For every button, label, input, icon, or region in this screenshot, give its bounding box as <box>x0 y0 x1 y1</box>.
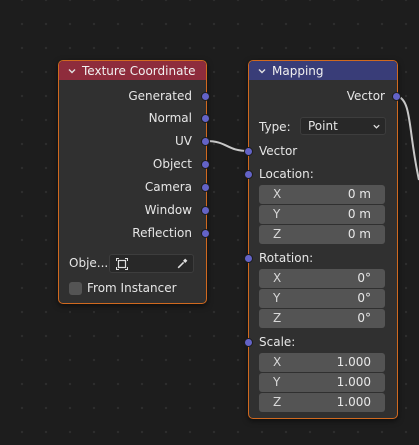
mapping-node[interactable]: Mapping Vector Type: Point Vector Locati… <box>244 60 401 419</box>
scale-label: Scale: <box>259 335 296 349</box>
socket-normal-output[interactable] <box>201 114 210 123</box>
object-picker-field[interactable] <box>109 254 194 273</box>
scale-y-field[interactable]: Y 1.000 <box>259 373 385 392</box>
texture-coordinate-node[interactable]: Texture Coordinate Generated Normal UV O… <box>58 60 210 304</box>
link-vector-output[interactable] <box>396 95 419 181</box>
node-header[interactable]: Texture Coordinate <box>59 61 206 80</box>
object-icon <box>116 258 128 270</box>
axis-label: X <box>273 355 282 369</box>
axis-label: Y <box>273 291 281 305</box>
node-title: Mapping <box>272 63 324 78</box>
axis-value: 0 m <box>347 227 371 241</box>
location-z-field[interactable]: Z 0 m <box>259 225 385 244</box>
socket-location-input[interactable] <box>244 170 253 179</box>
location-label: Location: <box>259 167 314 181</box>
socket-window-output[interactable] <box>201 206 210 215</box>
axis-label: Y <box>273 375 281 389</box>
axis-value: 0 m <box>347 187 371 201</box>
location-x-field[interactable]: X 0 m <box>259 185 385 204</box>
scale-z-field[interactable]: Z 1.000 <box>259 393 385 412</box>
axis-value: 1.000 <box>336 395 371 409</box>
rotation-y-field[interactable]: Y 0° <box>259 289 385 308</box>
type-value: Point <box>308 119 338 133</box>
axis-value: 1.000 <box>336 375 371 389</box>
rotation-x-field[interactable]: X 0° <box>259 269 385 288</box>
socket-object-output[interactable] <box>201 160 210 169</box>
from-instancer-checkbox[interactable] <box>69 282 82 295</box>
axis-label: Y <box>273 207 281 221</box>
scale-x-field[interactable]: X 1.000 <box>259 353 385 372</box>
node-title: Texture Coordinate <box>82 63 196 78</box>
eyedropper-icon[interactable] <box>176 257 189 270</box>
axis-value: 0° <box>357 291 371 305</box>
input-vector-label: Vector <box>259 144 298 158</box>
axis-label: X <box>273 271 282 285</box>
output-generated-label: Generated <box>128 89 192 103</box>
axis-label: Z <box>273 311 282 325</box>
output-reflection-label: Reflection <box>132 226 192 240</box>
link-uv-to-vector[interactable] <box>205 140 250 152</box>
object-label: Obje... <box>69 256 109 270</box>
chevron-down-icon[interactable] <box>257 66 267 76</box>
output-uv-label: UV <box>175 134 192 148</box>
rotation-z-field[interactable]: Z 0° <box>259 309 385 328</box>
chevron-down-icon <box>373 124 380 129</box>
socket-scale-input[interactable] <box>244 338 253 347</box>
type-label: Type: <box>259 120 291 134</box>
axis-value: 0° <box>357 311 371 325</box>
output-window-label: Window <box>144 203 192 217</box>
socket-reflection-output[interactable] <box>201 229 210 238</box>
output-vector-label: Vector <box>346 89 385 103</box>
axis-value: 0° <box>357 271 371 285</box>
location-y-field[interactable]: Y 0 m <box>259 205 385 224</box>
from-instancer-label: From Instancer <box>87 281 177 295</box>
socket-rotation-input[interactable] <box>244 254 253 263</box>
socket-camera-output[interactable] <box>201 183 210 192</box>
axis-label: Z <box>273 395 282 409</box>
axis-value: 1.000 <box>336 355 371 369</box>
axis-value: 0 m <box>347 207 371 221</box>
axis-label: Z <box>273 227 282 241</box>
type-dropdown[interactable]: Point <box>300 117 386 135</box>
output-object-label: Object <box>152 157 192 171</box>
socket-uv-output[interactable] <box>201 137 210 146</box>
rotation-label: Rotation: <box>259 251 314 265</box>
chevron-down-icon[interactable] <box>67 66 77 76</box>
axis-label: X <box>273 187 282 201</box>
socket-generated-output[interactable] <box>201 92 210 101</box>
output-camera-label: Camera <box>144 180 192 194</box>
output-normal-label: Normal <box>148 111 192 125</box>
node-header[interactable]: Mapping <box>249 61 397 80</box>
socket-vector-input[interactable] <box>244 147 253 156</box>
socket-vector-output[interactable] <box>392 92 401 101</box>
